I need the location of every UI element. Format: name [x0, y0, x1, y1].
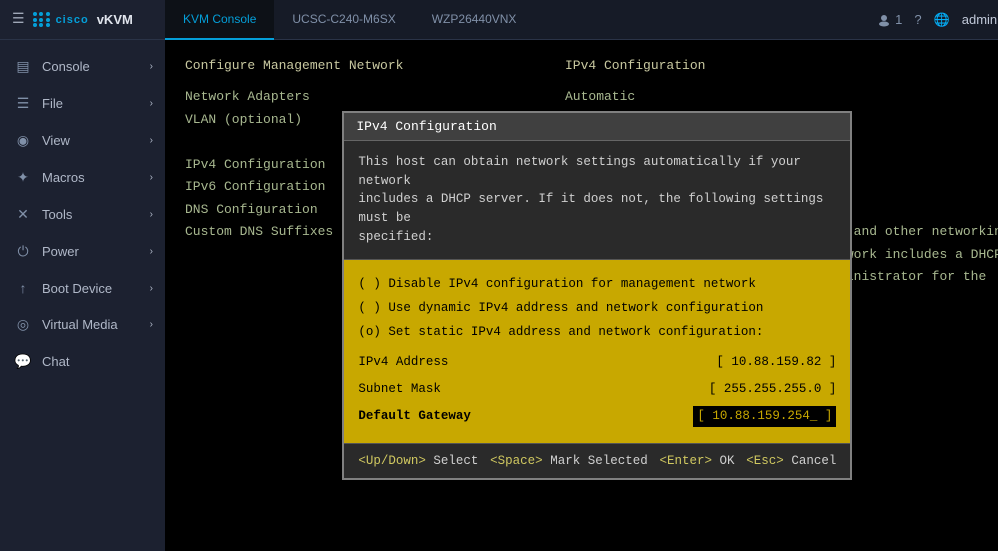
subnet-mask-label: Subnet Mask [358, 379, 441, 400]
console-icon: ▤ [14, 58, 32, 75]
sidebar-item-chat[interactable]: 💬 Chat [0, 343, 165, 380]
sidebar-item-label: Power [42, 244, 79, 259]
cisco-icon [33, 12, 51, 27]
radio-option-2[interactable]: ( ) Use dynamic IPv4 address and network… [358, 298, 836, 318]
field-subnet-mask: Subnet Mask [ 255.255.255.0 ] [358, 379, 836, 400]
modal-body: ( ) Disable IPv4 configuration for manag… [344, 260, 850, 444]
sidebar-item-label: Boot Device [42, 281, 112, 296]
radio-option-3[interactable]: (o) Set static IPv4 address and network … [358, 322, 836, 342]
chevron-right-icon: › [150, 135, 153, 146]
modal-title: IPv4 Configuration [344, 113, 850, 141]
default-gateway-label: Default Gateway [358, 406, 471, 427]
sidebar-item-label: Tools [42, 207, 72, 222]
chat-icon: 💬 [14, 353, 32, 370]
sidebar-nav: ▤ Console › ☰ File › ◉ View › ✦ Macros ›… [0, 40, 165, 551]
cisco-logo: cisco [33, 12, 89, 27]
tools-icon: ✕ [14, 206, 32, 223]
help-icon[interactable]: ? [914, 12, 921, 27]
ipv4-config-modal[interactable]: IPv4 Configuration This host can obtain … [342, 111, 852, 481]
sidebar-item-console[interactable]: ▤ Console › [0, 48, 165, 85]
right-panel-header: IPv4 Configuration [565, 58, 998, 73]
tab-ucsc[interactable]: UCSC-C240-M6SX [274, 0, 413, 40]
topbar-right: 1 ? 🌐 admin ▾ [877, 12, 998, 28]
cisco-brand-text: cisco [56, 14, 89, 26]
console-area: Configure Management Network Network Ada… [165, 40, 998, 551]
sidebar-item-file[interactable]: ☰ File › [0, 85, 165, 122]
virtual-media-icon: ◎ [14, 316, 32, 333]
space-key: <Space> [490, 454, 543, 468]
sidebar-item-label: File [42, 96, 63, 111]
sidebar-item-tools[interactable]: ✕ Tools › [0, 196, 165, 233]
radio-option-1[interactable]: ( ) Disable IPv4 configuration for manag… [358, 274, 836, 294]
sidebar-item-label: Chat [42, 354, 69, 369]
space-action: Mark Selected [550, 454, 648, 468]
subnet-mask-value[interactable]: [ 255.255.255.0 ] [709, 379, 837, 400]
esc-action: Cancel [791, 454, 836, 468]
sidebar-item-label: View [42, 133, 70, 148]
footer-updown: <Up/Down> Select [358, 454, 478, 468]
left-panel-header: Configure Management Network [185, 58, 565, 73]
default-gateway-value[interactable]: [ 10.88.159.254_ ] [693, 406, 836, 427]
macros-icon: ✦ [14, 169, 32, 186]
chevron-right-icon: › [150, 98, 153, 109]
updown-action: Select [433, 454, 478, 468]
enter-action: OK [720, 454, 735, 468]
user-label: admin [962, 12, 997, 27]
sidebar-item-label: Macros [42, 170, 85, 185]
power-icon: ⏻ [14, 243, 32, 260]
chevron-right-icon: › [150, 172, 153, 183]
esc-key: <Esc> [746, 454, 784, 468]
main-area: KVM Console UCSC-C240-M6SX WZP26440VNX 1… [165, 0, 998, 551]
sidebar-item-label: Console [42, 59, 90, 74]
sidebar-item-view[interactable]: ◉ View › [0, 122, 165, 159]
chevron-right-icon: › [150, 209, 153, 220]
updown-key: <Up/Down> [358, 454, 426, 468]
sidebar: ☰ cisco vKVM ▤ Console › ☰ File › ◉ View… [0, 0, 165, 551]
user-count-badge: 1 [877, 12, 902, 27]
field-default-gateway: Default Gateway [ 10.88.159.254_ ] [358, 406, 836, 427]
left-line-1: Network Adapters [185, 87, 565, 107]
file-icon: ☰ [14, 95, 32, 112]
topbar: KVM Console UCSC-C240-M6SX WZP26440VNX 1… [165, 0, 998, 40]
footer-space: <Space> Mark Selected [490, 454, 648, 468]
boot-icon: ↑ [14, 280, 32, 296]
tab-kvm-console[interactable]: KVM Console [165, 0, 274, 40]
sidebar-header: ☰ cisco vKVM [0, 0, 165, 40]
right-line-1: Automatic [565, 87, 998, 107]
footer-esc: <Esc> Cancel [746, 454, 836, 468]
app-title: vKVM [97, 12, 133, 27]
field-ipv4-address: IPv4 Address [ 10.88.159.82 ] [358, 352, 836, 373]
globe-icon[interactable]: 🌐 [934, 12, 950, 28]
hamburger-icon[interactable]: ☰ [12, 11, 25, 28]
enter-key: <Enter> [659, 454, 712, 468]
chevron-right-icon: › [150, 61, 153, 72]
sidebar-item-power[interactable]: ⏻ Power › [0, 233, 165, 270]
modal-footer: <Up/Down> Select <Space> Mark Selected <… [344, 443, 850, 478]
sidebar-item-boot-device[interactable]: ↑ Boot Device › [0, 270, 165, 306]
view-icon: ◉ [14, 132, 32, 149]
sidebar-item-macros[interactable]: ✦ Macros › [0, 159, 165, 196]
chevron-right-icon: › [150, 283, 153, 294]
sidebar-item-virtual-media[interactable]: ◎ Virtual Media › [0, 306, 165, 343]
ipv4-address-label: IPv4 Address [358, 352, 448, 373]
chevron-right-icon: › [150, 319, 153, 330]
chevron-right-icon: › [150, 246, 153, 257]
ipv4-address-value[interactable]: [ 10.88.159.82 ] [716, 352, 836, 373]
sidebar-item-label: Virtual Media [42, 317, 118, 332]
modal-description: This host can obtain network settings au… [344, 141, 850, 260]
tab-wzp[interactable]: WZP26440VNX [414, 0, 535, 40]
footer-enter: <Enter> OK [659, 454, 734, 468]
